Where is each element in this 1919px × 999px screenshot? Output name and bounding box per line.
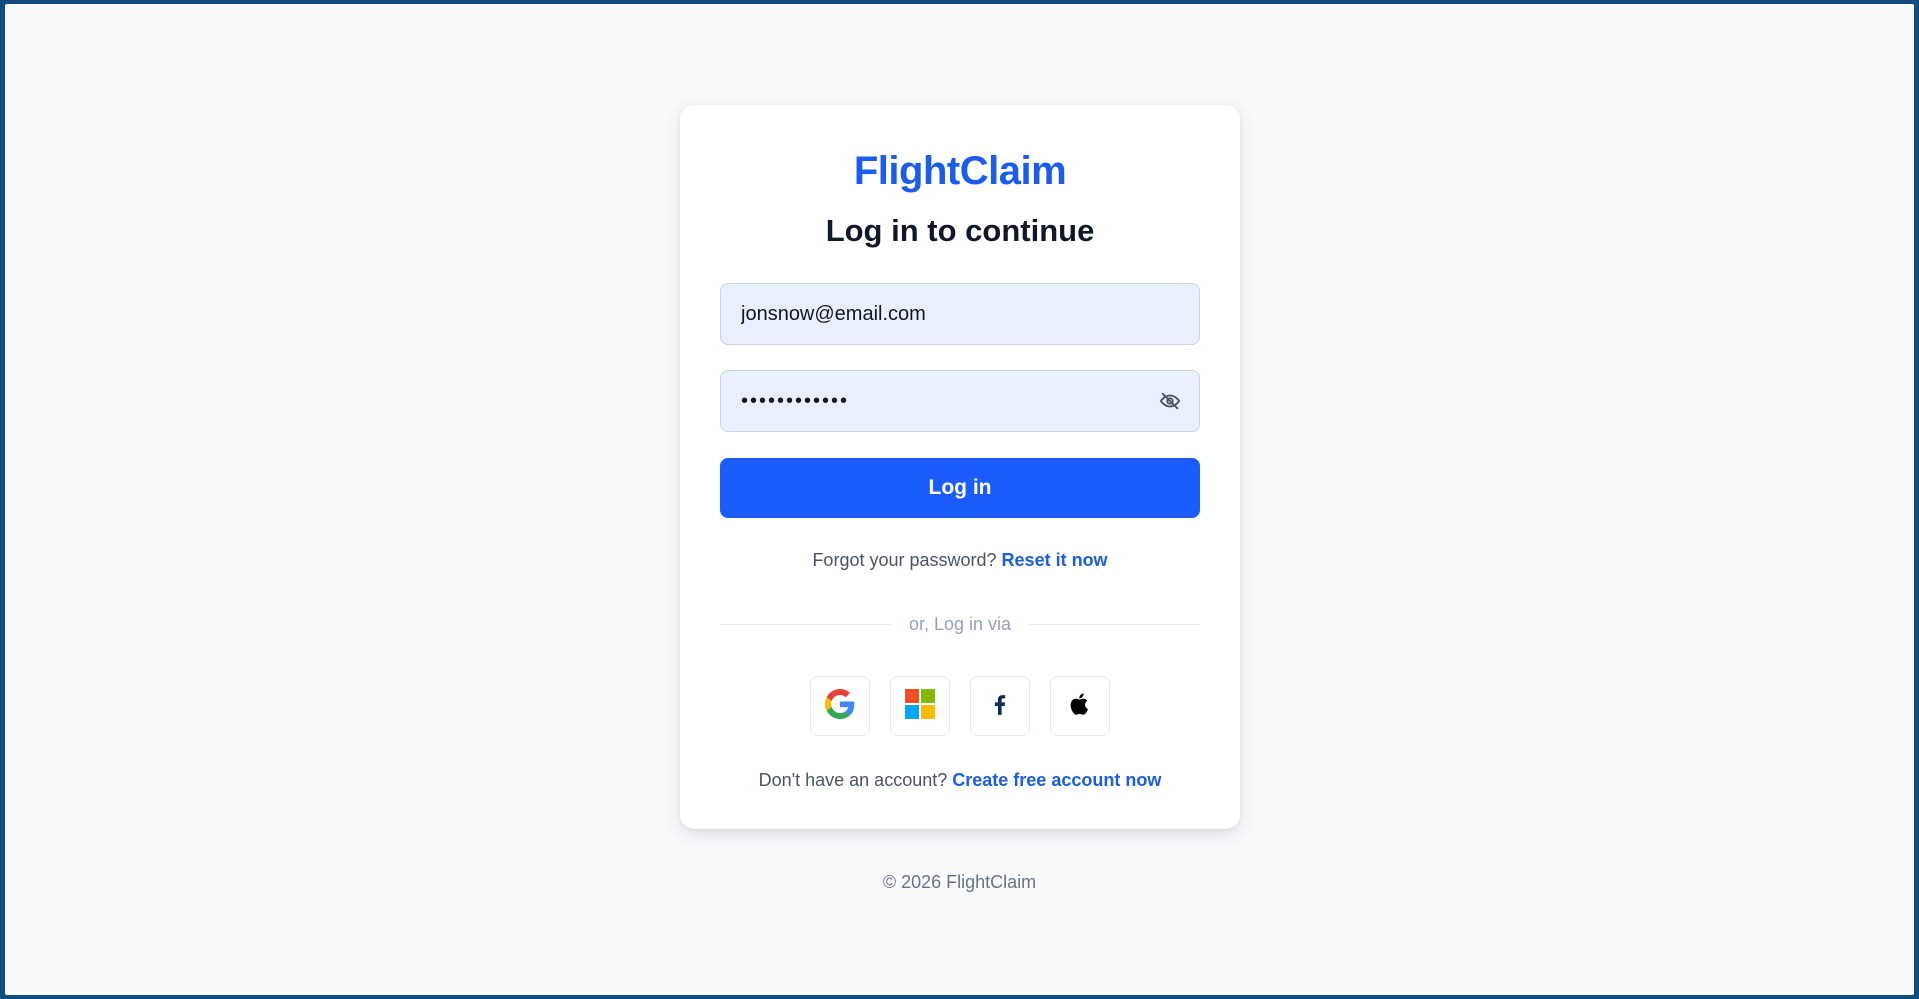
google-icon [825, 688, 855, 724]
forgot-password-text: Forgot your password? [812, 550, 997, 570]
microsoft-login-button[interactable] [890, 676, 950, 736]
microsoft-icon [905, 688, 935, 724]
apple-icon [1066, 690, 1094, 723]
facebook-login-button[interactable] [970, 676, 1030, 736]
eye-slash-icon[interactable] [1159, 390, 1181, 412]
login-button[interactable]: Log in [720, 458, 1200, 518]
password-field[interactable] [721, 371, 1199, 431]
signup-text: Don't have an account? [758, 770, 948, 790]
facebook-icon [987, 691, 1013, 722]
divider: or, Log in via [720, 614, 1201, 635]
footer-copyright: © 2026 FlightClaim [882, 872, 1037, 892]
create-account-link[interactable]: Create free account now [952, 770, 1161, 790]
signup-row: Don't have an account? Create free accou… [680, 770, 1240, 791]
forgot-password-row: Forgot your password? Reset it now [680, 550, 1240, 571]
apple-login-button[interactable] [1050, 676, 1110, 736]
google-login-button[interactable] [810, 676, 870, 736]
divider-line-right [1029, 624, 1201, 625]
divider-text: or, Log in via [908, 614, 1012, 634]
social-login-row [680, 676, 1240, 736]
email-field[interactable] [721, 284, 1199, 344]
reset-password-link[interactable]: Reset it now [1002, 550, 1108, 570]
login-card: FlightClaim Log in to continue Log in Fo… [680, 105, 1240, 829]
password-field-wrapper [720, 370, 1200, 432]
email-field-wrapper [720, 283, 1200, 345]
divider-line-left [720, 624, 891, 625]
page-title: Log in to continue [825, 213, 1095, 248]
page-viewport: FlightClaim Log in to continue Log in Fo… [5, 4, 1914, 995]
brand-logo: FlightClaim [853, 149, 1067, 193]
